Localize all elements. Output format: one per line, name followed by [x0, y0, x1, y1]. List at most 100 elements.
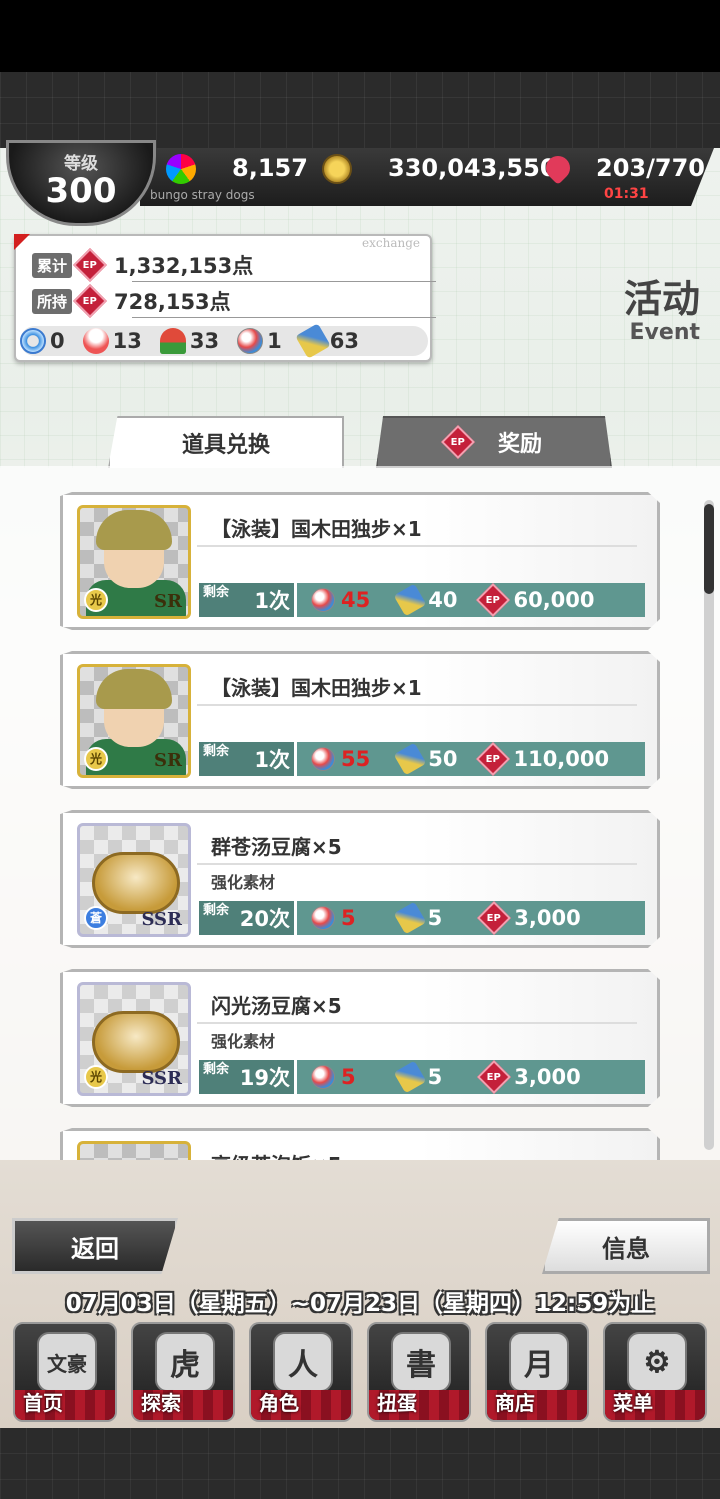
- water-gun-icon: [393, 583, 427, 617]
- exchange-watermark: exchange: [362, 236, 420, 250]
- card-title: 闪光汤豆腐×5: [211, 994, 342, 1018]
- ball-cost: 5: [341, 1065, 356, 1089]
- gun-cost: 5: [427, 1065, 443, 1089]
- remaining-box: 剩余 19次: [199, 1060, 297, 1094]
- remaining-count: 1次: [254, 589, 290, 613]
- beach-ball-icon: [311, 747, 335, 771]
- beach-ball-icon: [237, 328, 264, 354]
- exchange-list[interactable]: 光 SR 【泳装】国木田独步×1 剩余 1次 45 40 EP 60,000 光 S…: [0, 466, 720, 1160]
- ep-icon: EP: [477, 1060, 512, 1094]
- info-button[interactable]: 信息: [542, 1218, 710, 1274]
- nav-home-button[interactable]: 文豪 首页: [13, 1322, 117, 1422]
- list-scrollbar[interactable]: [704, 500, 714, 1150]
- remaining-count: 1次: [254, 748, 290, 772]
- character-portrait: 光 SR: [77, 505, 191, 619]
- ep-cost: 60,000: [513, 588, 595, 612]
- ep-icon: EP: [477, 901, 512, 935]
- water-gun-icon: [393, 742, 427, 776]
- rarity-label: SSR: [141, 1068, 182, 1089]
- tab-item-exchange[interactable]: 道具兑换: [108, 416, 344, 468]
- cost-bar: 剩余 1次 45 40 EP 60,000: [199, 583, 645, 617]
- top-band: [0, 72, 720, 148]
- tab-rewards[interactable]: EP 奖励: [376, 416, 612, 468]
- gun-cost: 50: [428, 747, 458, 771]
- exchange-card[interactable]: 光 SSR 闪光汤豆腐×5 强化素材 剩余 19次 5 5 EP 3,000: [60, 969, 660, 1107]
- total-label: 累计: [32, 252, 73, 278]
- ball-cost: 55: [341, 747, 371, 771]
- tofu-pot-icon: [92, 852, 180, 914]
- item-shaved-ice: 13: [82, 328, 142, 354]
- level-value: 300: [45, 171, 117, 211]
- total-points-row: 累计 EP 1,332,153点: [32, 248, 253, 282]
- exchange-card[interactable]: 蒼 SSR 群苍汤豆腐×5 强化素材 剩余 20次 5 5 EP 3,000: [60, 810, 660, 948]
- gear-icon: ⚙: [627, 1332, 687, 1392]
- card-description: 强化素材: [211, 1032, 276, 1051]
- beach-ball-icon: [311, 1065, 335, 1089]
- event-title: 活动: [623, 277, 700, 321]
- cost-bar: 剩余 19次 5 5 EP 3,000: [199, 1060, 645, 1094]
- gacha-book-icon: 書: [391, 1332, 451, 1392]
- crystal-icon: [166, 154, 196, 184]
- gun-cost: 5: [427, 906, 443, 930]
- tiger-icon: 虎: [155, 1332, 215, 1392]
- nav-shop-button[interactable]: 月商店: [485, 1322, 589, 1422]
- ball-cost: 5: [341, 906, 356, 930]
- characters-icon: 人: [273, 1332, 333, 1392]
- shop-moon-icon: 月: [509, 1332, 569, 1392]
- ep-icon: EP: [476, 583, 511, 617]
- item-portrait: [77, 1141, 191, 1160]
- ring-icon: [20, 328, 46, 354]
- water-gun-icon: [393, 901, 427, 935]
- card-title: 【泳装】国木田独步×1: [211, 676, 422, 700]
- nav-characters-button[interactable]: 人角色: [249, 1322, 353, 1422]
- exchange-card[interactable]: 高级茶泡饭×5: [60, 1128, 660, 1160]
- coin-count: 330,043,550: [388, 154, 557, 182]
- event-period: 07月03日（星期五）~07月23日（星期四）12:59为止: [65, 1291, 655, 1317]
- cost-bar: 剩余 1次 55 50 EP 110,000: [199, 742, 645, 776]
- divider: [132, 317, 436, 318]
- ep-cost: 3,000: [514, 906, 581, 930]
- crystal-count: 8,157: [232, 154, 308, 182]
- exchange-card[interactable]: 光 SR 【泳装】国木田独步×1 剩余 1次 55 50 EP 110,000: [60, 651, 660, 789]
- item-beach-ball: 1: [237, 328, 282, 354]
- tofu-pot-icon: [92, 1011, 180, 1073]
- card-title: 【泳装】国木田独步×1: [211, 517, 422, 541]
- shaved-ice-icon: [82, 328, 109, 354]
- ep-cost: 3,000: [514, 1065, 581, 1089]
- rarity-label: SR: [154, 750, 182, 771]
- item-ring: 0: [20, 328, 65, 354]
- gun-cost: 40: [428, 588, 458, 612]
- points-panel: exchange 累计 EP 1,332,153点 所持 EP 728,153点…: [14, 234, 436, 362]
- event-subtitle: Event: [629, 320, 700, 345]
- nav-explore-button[interactable]: 虎探索: [131, 1322, 235, 1422]
- owned-points-row: 所持 EP 728,153点: [32, 284, 231, 318]
- divider: [132, 281, 436, 282]
- card-title: 群苍汤豆腐×5: [211, 835, 342, 859]
- remaining-count: 19次: [239, 1066, 290, 1090]
- system-nav-bar: [0, 1428, 720, 1499]
- cost-bar: 剩余 20次 5 5 EP 3,000: [199, 901, 645, 935]
- nav-gacha-button[interactable]: 書扭蛋: [367, 1322, 471, 1422]
- stamina-timer: 01:31: [604, 186, 649, 202]
- scroll-thumb[interactable]: [704, 504, 714, 594]
- ep-icon: EP: [441, 425, 475, 459]
- ep-cost: 110,000: [513, 747, 610, 771]
- card-title: 高级茶泡饭×5: [211, 1149, 342, 1160]
- nav-menu-button[interactable]: ⚙ 菜单: [603, 1322, 707, 1422]
- owned-label: 所持: [32, 288, 73, 314]
- exchange-card[interactable]: 光 SR 【泳装】国木田独步×1 剩余 1次 45 40 EP 60,000: [60, 492, 660, 630]
- water-gun-icon: [393, 1060, 427, 1094]
- game-subtitle: bungo stray dogs: [150, 188, 255, 202]
- light-attribute-icon: 光: [84, 1065, 108, 1089]
- stamina-count: 203/770: [596, 154, 705, 182]
- back-button[interactable]: 返回: [12, 1218, 178, 1274]
- item-watermelon: 33: [159, 328, 219, 354]
- bottom-nav: 文豪 首页 虎探索 人角色 書扭蛋 月商店 ⚙ 菜单: [0, 1318, 720, 1426]
- blue-attribute-icon: 蒼: [84, 906, 108, 930]
- light-attribute-icon: 光: [84, 588, 108, 612]
- rarity-label: SSR: [141, 909, 182, 930]
- remaining-box: 剩余 20次: [199, 901, 297, 935]
- beach-ball-icon: [311, 588, 335, 612]
- item-portrait: 光 SSR: [77, 982, 191, 1096]
- card-description: 强化素材: [211, 873, 276, 892]
